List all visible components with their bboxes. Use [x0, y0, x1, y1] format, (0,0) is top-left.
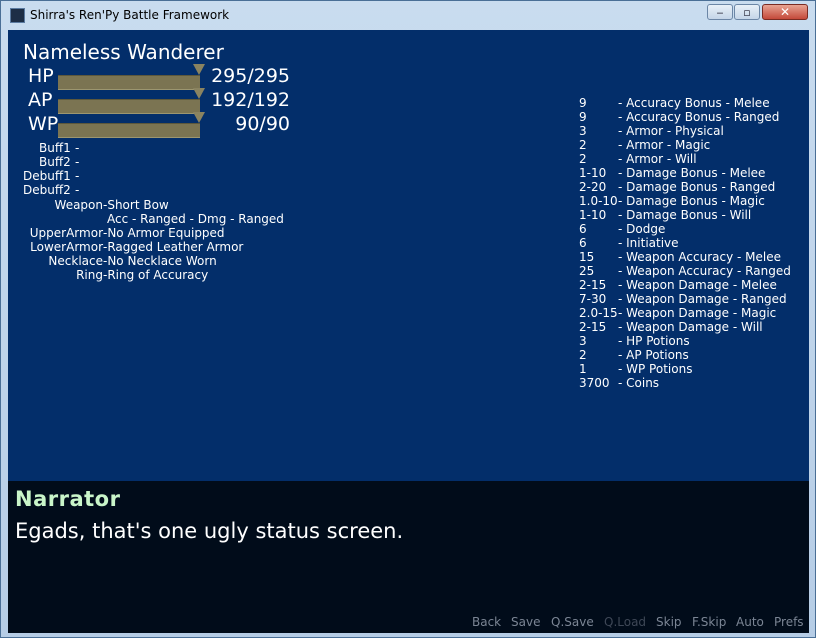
necklace-label: Necklace: [48, 254, 103, 268]
maximize-button[interactable]: ▫: [734, 4, 760, 20]
hp-label: HP: [28, 65, 54, 87]
weapon-value: -Short Bow: [103, 198, 169, 212]
quick-menu-back[interactable]: Back: [472, 615, 501, 629]
attribute-description: - Dodge: [618, 222, 666, 236]
dialogue-text: Egads, that's one ugly status screen.: [15, 519, 404, 543]
lower-armor-value: -Ragged Leather Armor: [103, 240, 244, 254]
lower-armor-label: LowerArmor: [30, 240, 103, 254]
attribute-value: 2.0-15: [579, 306, 618, 320]
attribute-description: - Weapon Accuracy - Ranged: [618, 264, 791, 278]
quick-menu-qsave[interactable]: Q.Save: [551, 615, 594, 629]
quick-menu-auto[interactable]: Auto: [736, 615, 764, 629]
attribute-value: 2: [579, 138, 587, 152]
attribute-value: 1.0-10: [579, 194, 618, 208]
hp-bar[interactable]: [58, 75, 200, 90]
upper-armor-value: -No Armor Equipped: [103, 226, 225, 240]
attribute-value: 9: [579, 96, 587, 110]
buff2-label: Buff2: [39, 155, 71, 169]
attribute-value: 7-30: [579, 292, 607, 306]
attribute-description: - WP Potions: [618, 362, 693, 376]
app-icon: [10, 8, 25, 23]
ring-label: Ring: [76, 268, 103, 282]
game-screen[interactable]: Nameless Wanderer HP 295/295 AP 192/192 …: [8, 30, 809, 633]
close-button[interactable]: ✕: [762, 4, 808, 20]
ap-label: AP: [28, 89, 53, 111]
attribute-value: 15: [579, 250, 595, 264]
attribute-value: 1-10: [579, 166, 607, 180]
attribute-description: - Accuracy Bonus - Ranged: [618, 110, 780, 124]
attribute-description: - Weapon Accuracy - Melee: [618, 250, 782, 264]
ap-bar-fill: [58, 100, 200, 113]
necklace-value: -No Necklace Worn: [103, 254, 217, 268]
title-bar[interactable]: Shirra's Ren'Py Battle Framework ‒ ▫ ✕: [1, 1, 815, 30]
debuff1-value: -: [75, 169, 80, 183]
attribute-description: - Damage Bonus - Magic: [618, 194, 765, 208]
attribute-description: - Weapon Damage - Melee: [618, 278, 777, 292]
wp-value: 90/90: [235, 113, 290, 135]
attribute-description: - AP Potions: [618, 348, 689, 362]
buff1-value: -: [75, 141, 80, 155]
attribute-description: - Armor - Will: [618, 152, 697, 166]
attribute-description: - Damage Bonus - Ranged: [618, 180, 776, 194]
attribute-description: - Accuracy Bonus - Melee: [618, 96, 770, 110]
attribute-value: 25: [579, 264, 595, 278]
wp-bar-fill: [58, 124, 200, 137]
quick-menu-save[interactable]: Save: [511, 615, 540, 629]
character-name: Nameless Wanderer: [23, 40, 224, 64]
attribute-description: - Weapon Damage - Magic: [618, 306, 777, 320]
attribute-value: 1-10: [579, 208, 607, 222]
attribute-value: 6: [579, 222, 587, 236]
dialogue-window[interactable]: Narrator Egads, that's one ugly status s…: [8, 481, 809, 633]
attribute-value: 2-15: [579, 320, 607, 334]
attribute-value: 6: [579, 236, 587, 250]
attribute-description: - Armor - Magic: [618, 138, 711, 152]
attribute-description: - Armor - Physical: [618, 124, 724, 138]
hp-value: 295/295: [211, 65, 290, 87]
attribute-description: - Coins: [618, 376, 660, 390]
minimize-button[interactable]: ‒: [707, 4, 733, 20]
quick-menu-qload[interactable]: Q.Load: [604, 615, 646, 629]
close-icon: ✕: [779, 5, 791, 19]
attribute-description: - Damage Bonus - Will: [618, 208, 752, 222]
attribute-value: 9: [579, 110, 587, 124]
attribute-value: 1: [579, 362, 587, 376]
buff1-label: Buff1: [39, 141, 71, 155]
buff2-value: -: [75, 155, 80, 169]
quick-menu-prefs[interactable]: Prefs: [774, 615, 804, 629]
ap-bar[interactable]: [58, 99, 200, 114]
debuff1-label: Debuff1: [23, 169, 71, 183]
weapon-subtype: Acc - Ranged - Dmg - Ranged: [107, 212, 284, 226]
attribute-value: 3: [579, 124, 587, 138]
debuff2-value: -: [75, 183, 80, 197]
attribute-value: 3: [579, 334, 587, 348]
wp-label: WP: [28, 113, 59, 135]
attribute-description: - Initiative: [618, 236, 679, 250]
quick-menu-skip[interactable]: Skip: [656, 615, 682, 629]
minimize-icon: ‒: [716, 5, 724, 19]
quick-menu-fskip[interactable]: F.Skip: [692, 615, 726, 629]
wp-bar[interactable]: [58, 123, 200, 138]
attribute-description: - HP Potions: [618, 334, 690, 348]
upper-armor-label: UpperArmor: [29, 226, 103, 240]
speaker-name: Narrator: [15, 487, 121, 511]
attribute-value: 3700: [579, 376, 610, 390]
app-window: Shirra's Ren'Py Battle Framework ‒ ▫ ✕ N…: [0, 0, 816, 638]
ap-value: 192/192: [211, 89, 290, 111]
attribute-value: 2-15: [579, 278, 607, 292]
attribute-description: - Weapon Damage - Will: [618, 320, 763, 334]
attribute-value: 2: [579, 152, 587, 166]
debuff2-label: Debuff2: [23, 183, 71, 197]
hp-bar-fill: [58, 76, 200, 89]
attribute-description: - Damage Bonus - Melee: [618, 166, 766, 180]
weapon-label: Weapon: [54, 198, 103, 212]
ring-value: -Ring of Accuracy: [103, 268, 209, 282]
attribute-value: 2: [579, 348, 587, 362]
window-title: Shirra's Ren'Py Battle Framework: [30, 8, 230, 22]
attribute-value: 2-20: [579, 180, 607, 194]
attribute-description: - Weapon Damage - Ranged: [618, 292, 787, 306]
maximize-icon: ▫: [743, 5, 751, 19]
